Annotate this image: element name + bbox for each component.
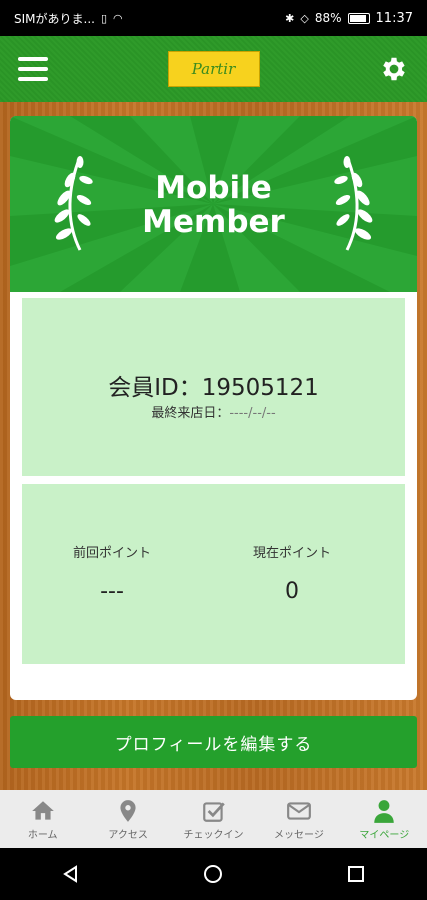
points-panel: 前回ポイント --- 現在ポイント 0 [22, 484, 405, 664]
tab-checkin-label: チェックイン [183, 829, 244, 841]
status-bar: SIMがありま... ▯ ◠ ✱ ◇ 88% 11:37 [0, 0, 427, 36]
tab-mypage-label: マイページ [359, 829, 410, 841]
content-area: Mobile Member 会員ID：19505121 最終来店日：----/-… [0, 102, 427, 790]
battery-icon [347, 12, 370, 24]
bluetooth-icon: ✱ [285, 11, 295, 25]
system-nav-bar [0, 848, 427, 900]
checkin-icon [202, 801, 225, 822]
user-icon [374, 799, 395, 823]
last-visit-value: ----/--/-- [229, 406, 276, 421]
sim-icon: ▯ [100, 11, 108, 25]
previous-points: 前回ポイント --- [22, 542, 202, 604]
recents-icon[interactable] [341, 859, 371, 889]
previous-points-value: --- [100, 579, 124, 604]
logo: Partir [167, 51, 260, 87]
member-id-panel: 会員ID：19505121 最終来店日：----/--/-- [22, 298, 405, 476]
tab-access-label: アクセス [108, 829, 148, 841]
mail-icon [287, 801, 311, 820]
app-header: Partir [0, 36, 427, 102]
edit-profile-button[interactable]: プロフィールを編集する [10, 716, 417, 768]
tab-mypage[interactable]: マイページ [342, 790, 427, 848]
banner-title-line1: Mobile [155, 170, 272, 206]
previous-points-label: 前回ポイント [72, 546, 151, 561]
banner-title: Mobile Member [10, 171, 417, 239]
tab-home-label: ホーム [27, 829, 58, 841]
member-id: 会員ID：19505121 [108, 375, 319, 401]
current-points-value: 0 [285, 579, 299, 604]
map-pin-icon [120, 799, 136, 822]
tab-message-label: メッセージ [274, 829, 324, 841]
tab-access[interactable]: アクセス [85, 790, 170, 848]
last-visit: 最終来店日：----/--/-- [22, 402, 405, 421]
tab-message[interactable]: メッセージ [256, 790, 341, 848]
member-banner: Mobile Member [10, 116, 417, 292]
current-points-label: 現在ポイント [252, 546, 331, 561]
home-icon [31, 800, 54, 820]
home-circle-icon[interactable] [198, 859, 228, 889]
wifi-icon: ◠ [113, 11, 123, 25]
back-icon[interactable] [56, 859, 86, 889]
tab-checkin[interactable]: チェックイン [171, 790, 256, 848]
current-points: 現在ポイント 0 [202, 542, 382, 604]
clock: 11:37 [375, 10, 413, 26]
member-card: Mobile Member 会員ID：19505121 最終来店日：----/-… [10, 116, 417, 700]
gear-icon[interactable] [379, 54, 409, 84]
battery-percent: 88% [314, 11, 342, 25]
bottom-tab-bar: ホーム アクセス チェックイン メッセージ マイページ [0, 790, 427, 848]
last-visit-label: 最終来店日： [151, 406, 230, 421]
carrier-text: SIMがありま... [14, 11, 95, 26]
hamburger-icon[interactable] [18, 57, 48, 81]
tab-home[interactable]: ホーム [0, 790, 85, 848]
banner-title-line2: Member [142, 204, 285, 240]
mute-icon: ◇ [300, 11, 309, 25]
